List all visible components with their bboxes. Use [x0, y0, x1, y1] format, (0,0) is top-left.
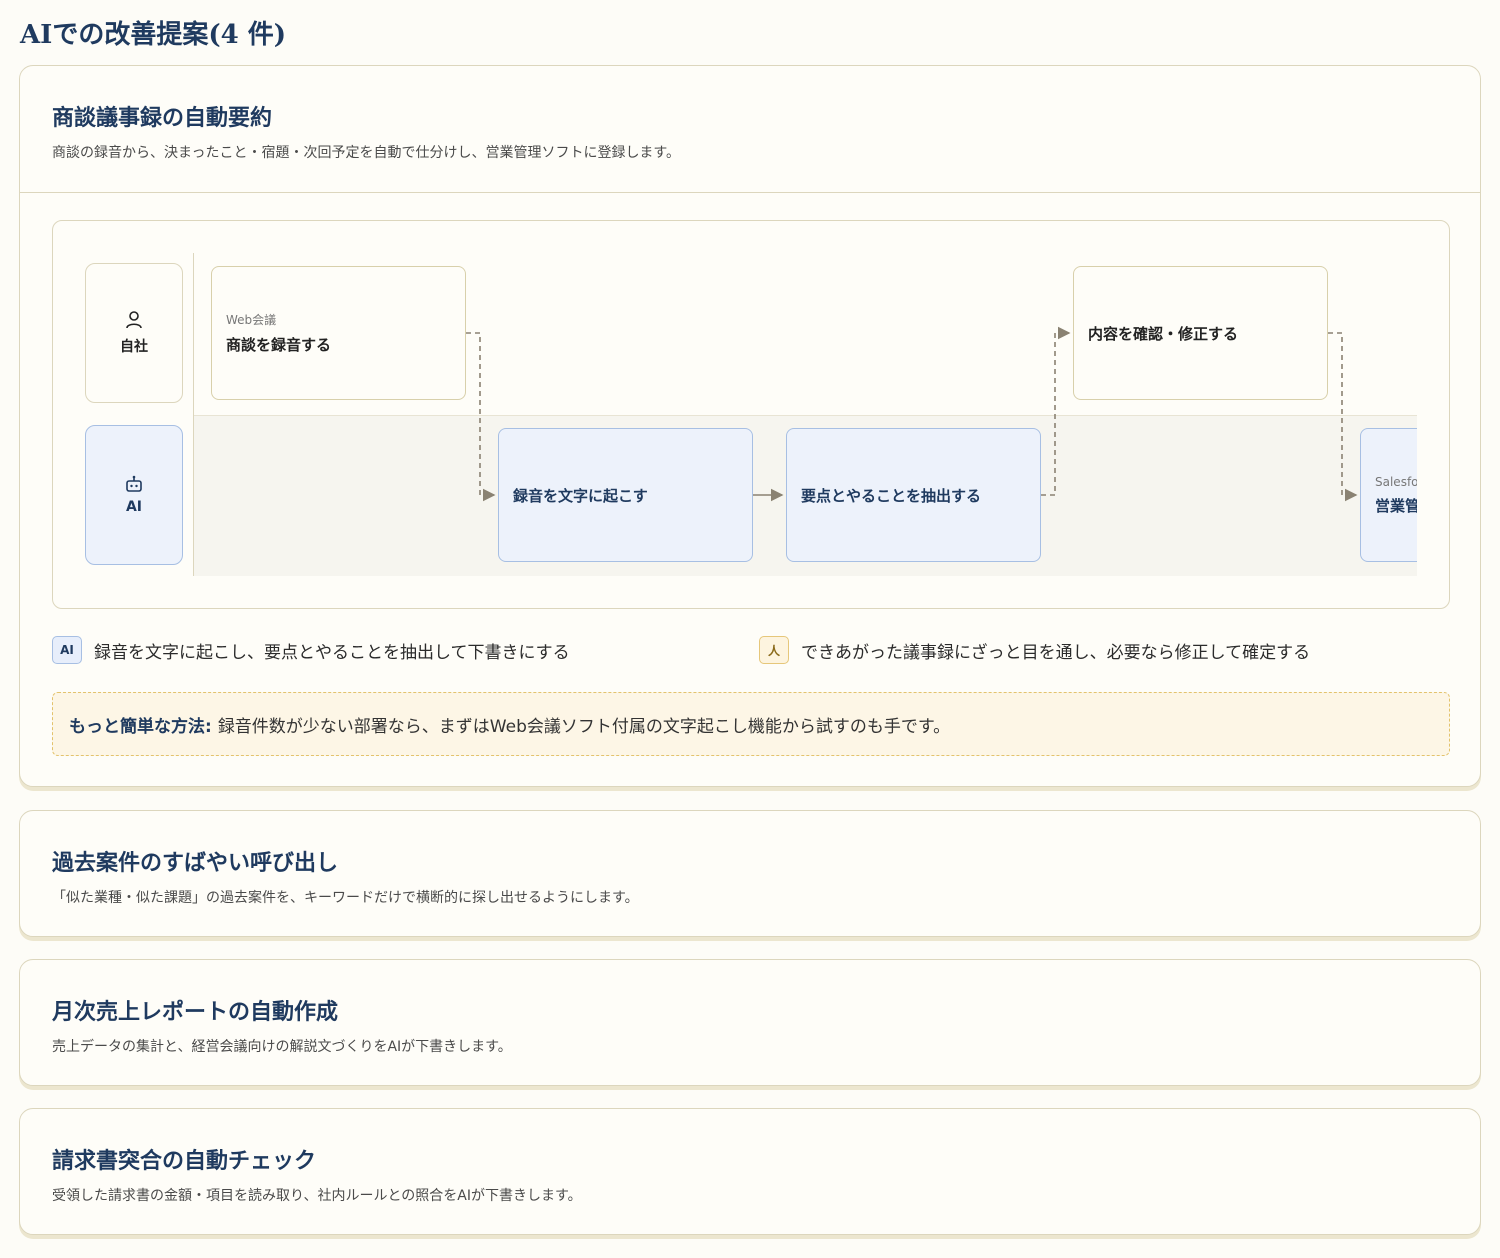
flow-step-register[interactable]: Salesfo 営業管 [1360, 428, 1417, 562]
proposal-description: 売上データの集計と、経営会議向けの解説文づくりをAIが下書きします。 [52, 1039, 512, 1055]
role-human-text: できあがった議事録にざっと目を通し、必要なら修正して確定する [801, 642, 1311, 663]
step-label: 要点とやることを抽出する [801, 486, 982, 505]
ai-badge: AI [52, 636, 82, 664]
workflow-scroll-area[interactable]: 自社 AI Web会議 商談を録音する 録音を文字に起こす 要点とやることを抽出… [53, 221, 1417, 608]
tip-label: もっと簡単な方法: [69, 716, 212, 737]
card-divider [20, 192, 1480, 193]
role-summary: AI 録音を文字に起こし、要点とやることを抽出して下書きにする 人 できあがった… [52, 636, 1450, 668]
flow-arrow-1 [466, 332, 496, 502]
role-ai: AI 録音を文字に起こし、要点とやることを抽出して下書きにする [52, 636, 570, 664]
tip-text: 録音件数が少ない部署なら、まずはWeb会議ソフト付属の文字起こし機能から試すのも… [217, 716, 951, 737]
step-tool: Web会議 [226, 313, 277, 327]
proposal-title: 商談議事録の自動要約 [52, 105, 273, 131]
proposal-card-header[interactable]: 過去案件のすばやい呼び出し 「似た業種・似た課題」の過去案件を、キーワードだけで… [20, 811, 1480, 907]
step-label: 内容を確認・修正する [1088, 324, 1239, 343]
flow-arrow-4 [1328, 332, 1358, 502]
proposal-card-invoice-check[interactable]: 請求書突合の自動チェック 受領した請求書の金額・項目を読み取り、社内ルールとの照… [19, 1108, 1481, 1235]
flow-step-extract[interactable]: 要点とやることを抽出する [786, 428, 1041, 562]
flow-step-record[interactable]: Web会議 商談を録音する [211, 266, 466, 400]
role-human: 人 できあがった議事録にざっと目を通し、必要なら修正して確定する [759, 636, 1310, 664]
proposal-description: 受領した請求書の金額・項目を読み取り、社内ルールとの照合をAIが下書きします。 [52, 1188, 582, 1204]
proposal-card-header[interactable]: 月次売上レポートの自動作成 売上データの集計と、経営会議向けの解説文づくりをAI… [20, 960, 1480, 1056]
page-title: AIでの改善提案(4 件) [20, 20, 287, 50]
human-badge: 人 [759, 636, 789, 664]
proposal-card-header[interactable]: 請求書突合の自動チェック 受領した請求書の金額・項目を読み取り、社内ルールとの照… [20, 1109, 1480, 1205]
flow-arrow-3 [1041, 326, 1071, 496]
proposal-description: 「似た業種・似た課題」の過去案件を、キーワードだけで横断的に探し出せるようにしま… [52, 890, 639, 906]
step-label: 商談を録音する [226, 336, 332, 354]
proposal-title: 過去案件のすばやい呼び出し [52, 850, 339, 876]
step-label: 録音を文字に起こす [513, 486, 648, 505]
proposal-card-header[interactable]: 商談議事録の自動要約 商談の録音から、決まったこと・宿題・次回予定を自動で仕分け… [20, 66, 1480, 162]
proposal-card-past-cases[interactable]: 過去案件のすばやい呼び出し 「似た業種・似た課題」の過去案件を、キーワードだけで… [19, 810, 1481, 937]
proposal-card-monthly-report[interactable]: 月次売上レポートの自動作成 売上データの集計と、経営会議向けの解説文づくりをAI… [19, 959, 1481, 1086]
role-ai-text: 録音を文字に起こし、要点とやることを抽出して下書きにする [94, 642, 570, 663]
proposal-card-meeting-summary[interactable]: 商談議事録の自動要約 商談の録音から、決まったこと・宿題・次回予定を自動で仕分け… [19, 65, 1481, 787]
proposal-title: 月次売上レポートの自動作成 [52, 999, 339, 1025]
proposal-description: 商談の録音から、決まったこと・宿題・次回予定を自動で仕分けし、営業管理ソフトに登… [52, 145, 681, 161]
flow-step-review[interactable]: 内容を確認・修正する [1073, 266, 1328, 400]
step-tool: Salesfo [1375, 474, 1417, 489]
workflow-diagram: 自社 AI Web会議 商談を録音する 録音を文字に起こす 要点とやることを抽出… [52, 220, 1450, 609]
simpler-method-tip: もっと簡単な方法: 録音件数が少ない部署なら、まずはWeb会議ソフト付属の文字起… [52, 692, 1450, 756]
step-label: 営業管 [1375, 496, 1417, 515]
flow-step-transcribe[interactable]: 録音を文字に起こす [498, 428, 753, 562]
proposal-title: 請求書突合の自動チェック [52, 1148, 317, 1174]
